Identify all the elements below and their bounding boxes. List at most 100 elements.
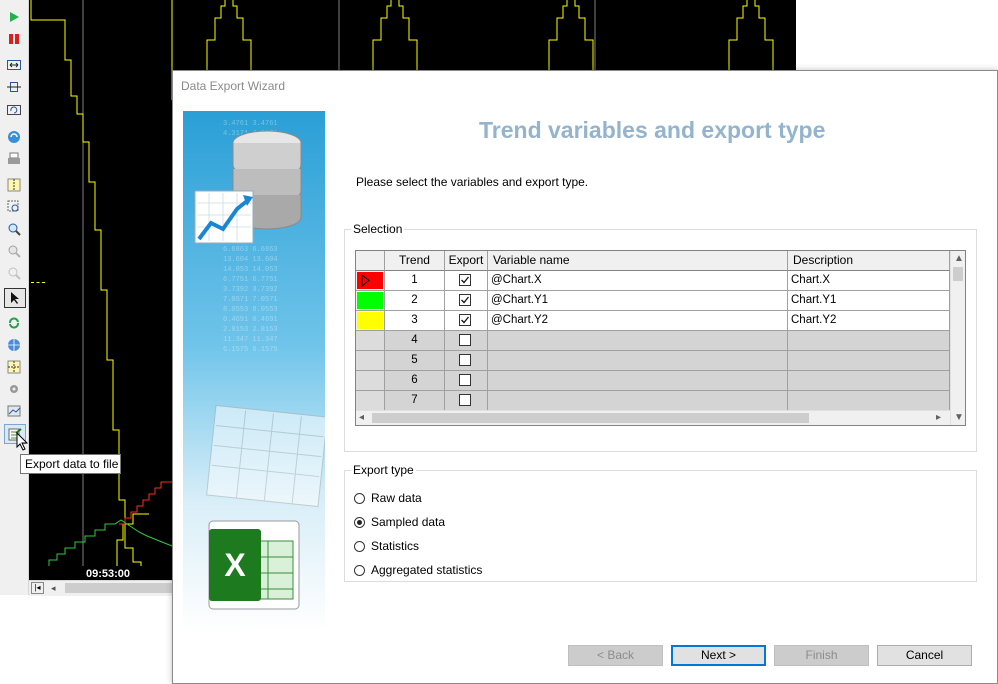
export-type-option[interactable]: Sampled data — [354, 513, 445, 531]
export-type-option[interactable]: Statistics — [354, 537, 419, 555]
scroll-left-icon[interactable]: ◂ — [51, 581, 56, 595]
variable-name-cell[interactable] — [488, 371, 788, 391]
cursor-line-icon[interactable] — [6, 177, 22, 193]
zoom-in-icon[interactable] — [6, 221, 22, 237]
export-type-option-label[interactable]: Statistics — [371, 539, 419, 553]
export-checkbox[interactable] — [459, 354, 471, 366]
column-header-trend[interactable]: Trend — [385, 251, 445, 271]
scroll-left-icon[interactable]: ◂ — [359, 411, 364, 424]
grid-row[interactable]: 6 — [356, 371, 950, 391]
undo-zoom-icon[interactable] — [6, 102, 22, 118]
export-cell — [445, 311, 488, 331]
chart-scroll-thumb[interactable] — [65, 583, 175, 593]
pause-icon[interactable] — [6, 31, 22, 47]
zoom-region-icon[interactable] — [6, 199, 22, 215]
finish-button[interactable]: Finish — [774, 645, 869, 666]
variable-name-cell[interactable]: @Chart.Y2 — [488, 311, 788, 331]
trend-color-swatch — [357, 312, 383, 329]
description-cell[interactable] — [788, 371, 950, 391]
trend-number-cell: 1 — [385, 271, 445, 291]
next-button[interactable]: Next > — [671, 645, 766, 666]
grid-vertical-scrollbar[interactable]: ▲ ▼ — [950, 251, 965, 425]
print-icon[interactable] — [6, 151, 22, 167]
export-type-option[interactable]: Raw data — [354, 489, 422, 507]
grid-row[interactable]: 7 — [356, 391, 950, 411]
pointer-tool-icon[interactable] — [4, 288, 26, 308]
wizard-instructions: Please select the variables and export t… — [356, 175, 589, 189]
chart-image-icon[interactable] — [6, 403, 22, 419]
variable-name-cell[interactable] — [488, 331, 788, 351]
scroll-down-icon[interactable]: ▼ — [954, 411, 964, 424]
grid-vertical-thumb[interactable] — [953, 267, 963, 281]
export-type-option-label[interactable]: Aggregated statistics — [371, 563, 482, 577]
trend-number-cell: 3 — [385, 311, 445, 331]
trend-color-cell[interactable] — [356, 331, 385, 351]
variable-name-cell[interactable] — [488, 391, 788, 411]
variables-grid[interactable]: Trend Export Variable name Description 1… — [355, 250, 966, 426]
export-cell — [445, 331, 488, 351]
grid-cursor-icon[interactable] — [6, 359, 22, 375]
settings-gear-icon[interactable] — [6, 381, 22, 397]
description-cell[interactable]: Chart.X — [788, 271, 950, 291]
export-checkbox[interactable] — [459, 294, 471, 306]
grid-horizontal-scrollbar[interactable]: ◂ ▸ — [356, 410, 950, 425]
trend-toolbar — [0, 0, 29, 595]
radio-button[interactable] — [354, 516, 365, 528]
trend-color-cell[interactable] — [356, 391, 385, 411]
description-cell[interactable]: Chart.Y2 — [788, 311, 950, 331]
export-cell — [445, 391, 488, 411]
globe-icon[interactable] — [6, 337, 22, 353]
trend-color-cell[interactable] — [356, 351, 385, 371]
trend-color-cell[interactable] — [356, 371, 385, 391]
export-checkbox[interactable] — [459, 374, 471, 386]
radio-button[interactable] — [354, 540, 365, 552]
spreadsheet-icon — [206, 404, 325, 508]
first-page-icon[interactable]: |◂ — [31, 582, 44, 594]
zoom-horizontal-icon[interactable] — [6, 79, 22, 95]
grid-row[interactable]: 4 — [356, 331, 950, 351]
export-checkbox[interactable] — [459, 394, 471, 406]
description-cell[interactable] — [788, 351, 950, 371]
variable-name-cell[interactable]: @Chart.X — [488, 271, 788, 291]
variable-name-cell[interactable] — [488, 351, 788, 371]
trend-color-cell[interactable] — [356, 271, 385, 291]
play-icon[interactable] — [6, 9, 22, 25]
export-checkbox[interactable] — [459, 334, 471, 346]
column-header-variable-name[interactable]: Variable name — [488, 251, 788, 271]
trend-color-cell[interactable] — [356, 311, 385, 331]
description-cell[interactable]: Chart.Y1 — [788, 291, 950, 311]
export-checkbox[interactable] — [459, 274, 471, 286]
wizard-side-illustration: 3.4761 3.4761 4.3171 4.3171 6.6863 6.686… — [183, 111, 325, 631]
scroll-up-icon[interactable]: ▲ — [954, 252, 964, 265]
trend-color-cell[interactable] — [356, 291, 385, 311]
grid-horizontal-thumb[interactable] — [372, 413, 809, 423]
description-cell[interactable] — [788, 391, 950, 411]
svg-text:7.0571 7.0571: 7.0571 7.0571 — [223, 296, 278, 304]
column-header-description[interactable]: Description — [788, 251, 950, 271]
export-type-option-label[interactable]: Raw data — [371, 491, 422, 505]
refresh-icon[interactable] — [6, 129, 22, 145]
scroll-right-icon[interactable]: ▸ — [936, 411, 941, 424]
grid-row[interactable]: 1 @Chart.X Chart.X — [356, 271, 950, 291]
magnifier-disabled-icon — [6, 265, 22, 281]
description-cell[interactable] — [788, 331, 950, 351]
export-type-option-label[interactable]: Sampled data — [371, 515, 445, 529]
selection-group: Selection Trend Export Variable name Des… — [344, 222, 977, 452]
variable-name-cell[interactable]: @Chart.Y1 — [488, 291, 788, 311]
sync-icon[interactable] — [6, 315, 22, 331]
back-button[interactable]: < Back — [568, 645, 663, 666]
export-cell — [445, 351, 488, 371]
export-type-option[interactable]: Aggregated statistics — [354, 561, 482, 579]
grid-row[interactable]: 5 — [356, 351, 950, 371]
grid-row[interactable]: 3 @Chart.Y2 Chart.Y2 — [356, 311, 950, 331]
column-header-export[interactable]: Export — [445, 251, 488, 271]
radio-button[interactable] — [354, 564, 365, 576]
cancel-button[interactable]: Cancel — [877, 645, 972, 666]
zoom-fit-icon[interactable] — [6, 57, 22, 73]
svg-text:0.4691 0.4691: 0.4691 0.4691 — [223, 316, 278, 324]
export-tooltip: Export data to file — [20, 454, 121, 474]
chart-trend-icon — [194, 190, 254, 244]
grid-row[interactable]: 2 @Chart.Y1 Chart.Y1 — [356, 291, 950, 311]
export-checkbox[interactable] — [459, 314, 471, 326]
radio-button[interactable] — [354, 492, 365, 504]
